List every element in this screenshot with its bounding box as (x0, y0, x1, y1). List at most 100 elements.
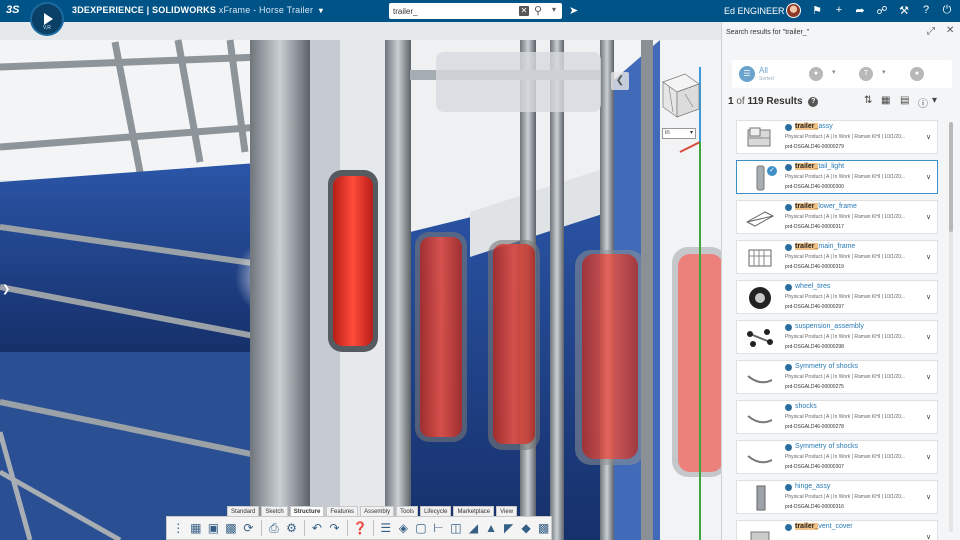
gusset-icon[interactable]: ◢ (466, 520, 481, 536)
compass-button[interactable]: V,R (30, 2, 64, 36)
result-item[interactable]: ✓ trailer_tail_light Physical Product | A … (736, 160, 938, 194)
chevron-down-icon[interactable]: ∨ (926, 453, 931, 461)
result-title[interactable]: hinge_assy (795, 483, 830, 490)
profile-icon[interactable]: ▢ (414, 520, 429, 536)
result-item[interactable]: trailer_vent_cover ∨ (736, 520, 938, 540)
result-title[interactable]: suspension_assembly (795, 323, 864, 330)
result-item[interactable]: trailer_main_frame Physical Product | A |… (736, 240, 938, 274)
add-icon[interactable]: + (832, 4, 846, 16)
result-title[interactable]: trailer_assy (795, 123, 833, 130)
results-scrollbar[interactable] (949, 122, 953, 532)
ibeam-icon[interactable]: ⊢ (431, 520, 446, 536)
unit-select[interactable]: in ▾ (662, 128, 696, 139)
results-of: of (736, 96, 745, 107)
chevron-down-icon[interactable]: ∨ (926, 173, 931, 181)
share-icon[interactable]: ☍ (875, 4, 889, 17)
chevron-down-icon[interactable]: ∨ (926, 373, 931, 381)
open-icon[interactable]: ▣ (206, 520, 221, 536)
result-title[interactable]: trailer_vent_cover (795, 523, 853, 530)
result-item[interactable]: hinge_assy Physical Product | A | In Work… (736, 480, 938, 514)
chevron-down-icon[interactable]: ∨ (926, 533, 931, 540)
chevron-down-icon[interactable]: ▾ (932, 95, 937, 106)
result-thumbnail (741, 523, 779, 540)
new-icon[interactable]: ▦ (189, 520, 204, 536)
chevron-down-icon[interactable]: ▾ (832, 68, 836, 76)
chevron-down-icon[interactable]: ▾ (882, 68, 886, 76)
chevron-down-icon[interactable]: ∨ (926, 133, 931, 141)
type-filter-icon[interactable]: T (859, 67, 873, 81)
result-title-highlight: trailer_ (795, 123, 819, 130)
rebuild-icon[interactable]: ⟳ (241, 520, 256, 536)
user-name[interactable]: Ed ENGINEER (724, 6, 785, 16)
more-icon[interactable]: ⋮ (171, 520, 186, 536)
cut-list-icon[interactable]: ◫ (449, 520, 464, 536)
result-title[interactable]: trailer_main_frame (795, 243, 855, 250)
result-item[interactable]: shocks Physical Product | A | In Work | R… (736, 400, 938, 434)
frame-icon[interactable]: ▩ (536, 520, 551, 536)
result-item[interactable]: suspension_assembly Physical Product | A … (736, 320, 938, 354)
weldment-icon[interactable]: ◈ (396, 520, 411, 536)
app-brand[interactable]: 3DEXPERIENCE | SOLIDWORKS xFrame - Horse… (72, 5, 323, 15)
scrollbar-thumb[interactable] (949, 122, 953, 232)
info-icon[interactable]: ⓘ (918, 95, 928, 110)
result-item[interactable]: Symmetry of shocks Physical Product | A |… (736, 360, 938, 394)
result-item[interactable]: trailer_lower_frame Physical Product | A … (736, 200, 938, 234)
result-item[interactable]: Symmetry of shocks Physical Product | A |… (736, 440, 938, 474)
chevron-down-icon[interactable]: ∨ (926, 293, 931, 301)
help-icon[interactable]: ? (808, 97, 819, 107)
result-item[interactable]: wheel_tires Physical Product | A | In Wor… (736, 280, 938, 314)
result-id: prd-DSGALD46-00000319 (785, 264, 844, 270)
expand-icon[interactable]: ⤢ (927, 26, 935, 37)
clear-search-icon[interactable]: ✕ (519, 6, 529, 16)
chevron-down-icon[interactable]: ∨ (926, 333, 931, 341)
help-icon[interactable]: ❓ (353, 520, 368, 536)
help-icon[interactable]: ? (919, 4, 933, 16)
result-title[interactable]: Symmetry of shocks (795, 443, 858, 450)
trim-extend-icon[interactable]: ◤ (501, 520, 516, 536)
source-filter-icon[interactable]: ● (809, 67, 823, 81)
result-meta: Physical Product | A | In Work | Raman K… (785, 494, 906, 500)
activity-icon[interactable]: ⚑ (810, 4, 824, 17)
physical-product-icon (785, 124, 792, 131)
expand-tree-icon[interactable]: ❯ (2, 284, 10, 295)
sort-icon[interactable]: ⇅ (864, 95, 872, 106)
list-view-icon[interactable]: ▤ (900, 95, 909, 106)
options-gear-icon[interactable]: ⚙ (284, 520, 299, 536)
more-filter-icon[interactable]: ● (910, 67, 924, 81)
filter-all-label[interactable]: All (759, 66, 768, 75)
view-cube[interactable] (655, 62, 705, 132)
result-id: prd-DSGALD46-00000279 (785, 144, 844, 150)
result-title[interactable]: Symmetry of shocks (795, 363, 858, 370)
chevron-down-icon[interactable]: ∨ (926, 493, 931, 501)
power-icon[interactable]: ⏻ (940, 4, 954, 17)
tools-icon[interactable]: ⚒ (897, 4, 911, 17)
result-meta: Physical Product | A | In Work | Raman K… (785, 294, 906, 300)
print-icon[interactable]: ⎙ (267, 520, 282, 536)
save-icon[interactable]: ▩ (224, 520, 239, 536)
grid-view-icon[interactable]: ▦ (881, 95, 890, 106)
structure-system-icon[interactable]: ☰ (379, 520, 394, 536)
3d-viewport[interactable]: ❯ ❮ in ▾ Standard Sketch Structure Features… (0, 22, 721, 540)
chevron-down-icon[interactable]: ∨ (926, 413, 931, 421)
result-title[interactable]: shocks (795, 403, 817, 410)
chevron-down-icon[interactable]: ∨ (926, 253, 931, 261)
close-icon[interactable]: ✕ (946, 25, 954, 36)
all-filter-icon[interactable]: ☰ (739, 66, 755, 82)
search-options-icon[interactable]: ▾ (552, 5, 556, 14)
end-cap-icon[interactable]: ▲ (484, 520, 499, 536)
chevron-down-icon[interactable]: ∨ (926, 213, 931, 221)
result-title[interactable]: trailer_lower_frame (795, 203, 857, 210)
result-title[interactable]: trailer_tail_light (795, 163, 844, 170)
share-arrow-icon[interactable]: ➦ (853, 4, 867, 17)
ds-logo[interactable]: 3S (6, 4, 19, 16)
undo-icon[interactable]: ↶ (310, 520, 325, 536)
tag-icon[interactable]: ➤ (569, 4, 578, 17)
redo-icon[interactable]: ↷ (327, 520, 342, 536)
result-item[interactable]: trailer_assy Physical Product | A | In Wo… (736, 120, 938, 154)
search-icon[interactable]: ⚲ (534, 4, 542, 17)
weld-bead-icon[interactable]: ◆ (519, 520, 534, 536)
result-title[interactable]: wheel_tires (795, 283, 830, 290)
search-input[interactable] (393, 4, 513, 18)
avatar[interactable] (786, 3, 801, 18)
collapse-panel-button[interactable]: ❮ (611, 72, 629, 90)
